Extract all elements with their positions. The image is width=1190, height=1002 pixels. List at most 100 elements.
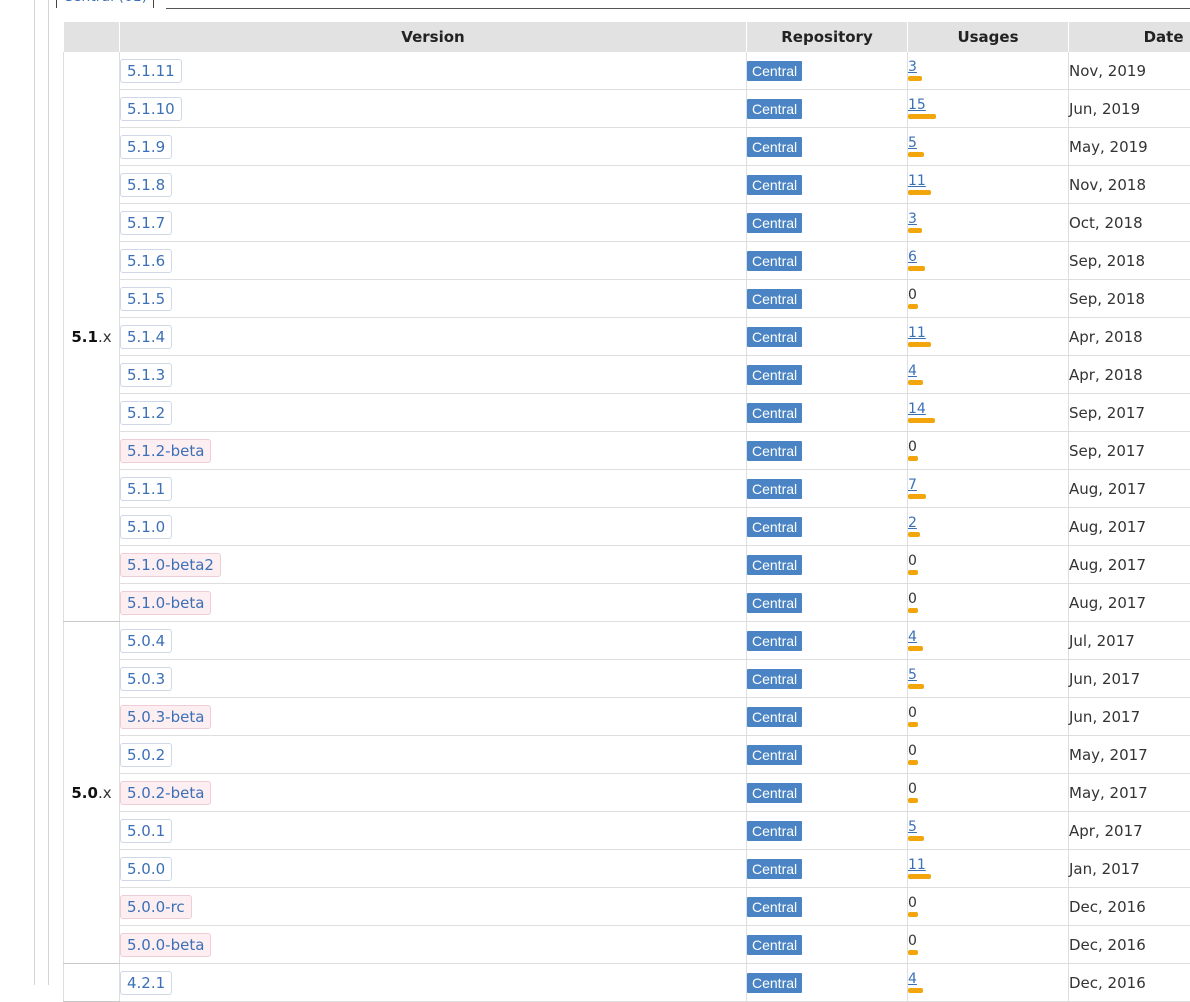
version-link[interactable]: 5.1.6 [120,249,172,273]
release-date: Aug, 2017 [1069,584,1190,622]
version-link[interactable]: 5.1.0-beta2 [120,553,221,577]
version-link[interactable]: 5.1.0 [120,515,172,539]
version-cell: 5.1.0-beta [120,584,747,622]
usages-count-link[interactable]: 4 [908,630,1068,645]
version-link[interactable]: 5.1.7 [120,211,172,235]
version-cell: 5.0.2-beta [120,774,747,812]
version-link[interactable]: 5.1.10 [120,97,182,121]
usages-cell: 0 [908,432,1069,470]
version-link[interactable]: 5.0.2-beta [120,781,211,805]
version-link[interactable]: 4.2.1 [120,971,172,995]
version-cell: 5.0.1 [120,812,747,850]
usages-count-link[interactable]: 14 [908,402,1068,417]
repository-badge[interactable]: Central [747,251,802,271]
content-left-border [48,0,49,985]
tab-central[interactable]: Central (61) [56,0,154,8]
version-link[interactable]: 5.0.0 [120,857,172,881]
usages-count-link[interactable]: 11 [908,174,1068,189]
version-cell: 5.1.0 [120,508,747,546]
version-group-label: 5.0.x [64,622,120,964]
usages-cell: 15 [908,90,1069,128]
usages-bar [908,874,931,879]
version-link[interactable]: 5.0.3 [120,667,172,691]
repository-badge[interactable]: Central [747,479,802,499]
version-link[interactable]: 5.1.3 [120,363,172,387]
usages-count-link[interactable]: 11 [908,326,1068,341]
usages-cell: 0 [908,736,1069,774]
repository-badge[interactable]: Central [747,897,802,917]
version-link[interactable]: 5.0.3-beta [120,705,211,729]
version-link[interactable]: 5.1.5 [120,287,172,311]
version-link[interactable]: 5.0.2 [120,743,172,767]
version-group-label: 5.1.x [64,52,120,622]
version-group-label [64,964,120,1002]
usages-count-link: 0 [908,440,1068,455]
repository-badge[interactable]: Central [747,137,802,157]
repository-badge[interactable]: Central [747,61,802,81]
version-cell: 5.1.0-beta2 [120,546,747,584]
repository-badge[interactable]: Central [747,707,802,727]
repository-badge[interactable]: Central [747,403,802,423]
usages-bar [908,380,923,385]
repository-badge[interactable]: Central [747,289,802,309]
usages-count-link[interactable]: 15 [908,98,1068,113]
repository-badge[interactable]: Central [747,99,802,119]
repository-badge[interactable]: Central [747,631,802,651]
usages-cell: 11 [908,850,1069,888]
group-major-version: 5.1 [71,328,98,346]
repository-badge[interactable]: Central [747,593,802,613]
group-suffix: .x [98,328,112,346]
usages-count-link[interactable]: 2 [908,516,1068,531]
usages-count-link[interactable]: 6 [908,250,1068,265]
version-link[interactable]: 5.1.9 [120,135,172,159]
repository-badge[interactable]: Central [747,517,802,537]
version-link[interactable]: 5.1.0-beta [120,591,211,615]
usages-count-link[interactable]: 5 [908,668,1068,683]
usages-bar [908,76,922,81]
usages-count-link[interactable]: 5 [908,136,1068,151]
version-cell: 5.1.9 [120,128,747,166]
repository-badge[interactable]: Central [747,365,802,385]
repository-badge[interactable]: Central [747,973,802,993]
repository-badge[interactable]: Central [747,441,802,461]
repository-badge[interactable]: Central [747,745,802,765]
version-link[interactable]: 5.1.1 [120,477,172,501]
version-cell: 4.2.1 [120,964,747,1002]
release-date: Jun, 2017 [1069,660,1190,698]
repository-badge[interactable]: Central [747,669,802,689]
table-row: 5.0.0-rcCentral0Dec, 2016 [64,888,1190,926]
repository-cell: Central [747,660,908,698]
repository-badge[interactable]: Central [747,859,802,879]
repository-badge[interactable]: Central [747,783,802,803]
table-row: 5.0.2-betaCentral0May, 2017 [64,774,1190,812]
usages-count-link[interactable]: 7 [908,478,1068,493]
repository-badge[interactable]: Central [747,555,802,575]
usages-count-link[interactable]: 4 [908,364,1068,379]
usages-cell: 4 [908,356,1069,394]
repository-badge[interactable]: Central [747,327,802,347]
version-link[interactable]: 5.0.4 [120,629,172,653]
version-link[interactable]: 5.0.1 [120,819,172,843]
version-link[interactable]: 5.0.0-beta [120,933,211,957]
version-link[interactable]: 5.1.2 [120,401,172,425]
version-link[interactable]: 5.1.8 [120,173,172,197]
usages-count-link[interactable]: 3 [908,212,1068,227]
repository-badge[interactable]: Central [747,935,802,955]
repository-badge[interactable]: Central [747,213,802,233]
usages-count-link[interactable]: 11 [908,858,1068,873]
usages-count-link[interactable]: 3 [908,60,1068,75]
version-link[interactable]: 5.1.11 [120,59,182,83]
repository-badge[interactable]: Central [747,821,802,841]
usages-count-link[interactable]: 5 [908,820,1068,835]
version-link[interactable]: 5.1.4 [120,325,172,349]
repository-badge[interactable]: Central [747,175,802,195]
release-date: Nov, 2019 [1069,52,1190,90]
version-link[interactable]: 5.1.2-beta [120,439,211,463]
repository-cell: Central [747,432,908,470]
release-date: Aug, 2017 [1069,546,1190,584]
version-link[interactable]: 5.0.0-rc [120,895,192,919]
usages-cell: 4 [908,622,1069,660]
release-date: May, 2019 [1069,128,1190,166]
usages-cell: 6 [908,242,1069,280]
repository-cell: Central [747,508,908,546]
